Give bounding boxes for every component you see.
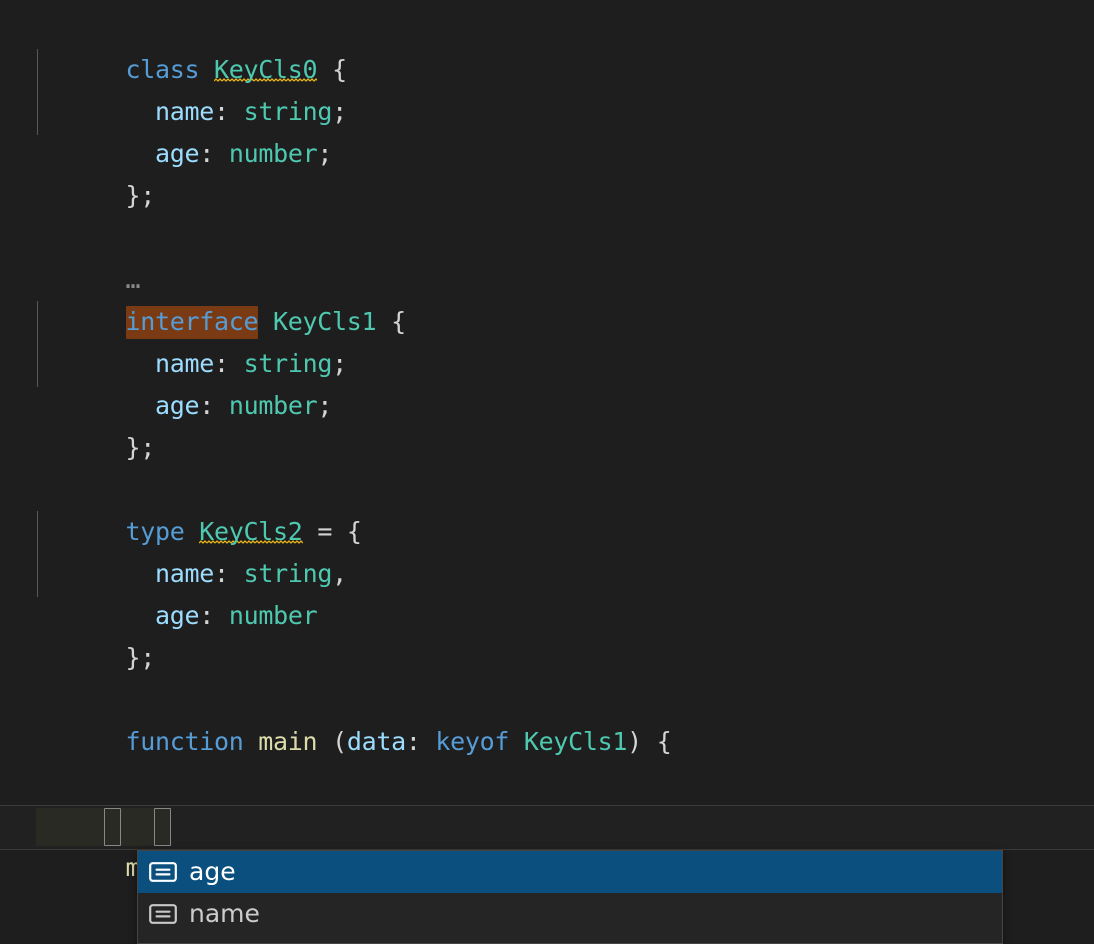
code-line-6[interactable]: …	[0, 217, 141, 294]
suggestion-widget[interactable]: age name	[137, 850, 1003, 944]
code-line-10[interactable]: };	[0, 385, 156, 462]
token-paren-close: )	[627, 727, 642, 756]
token-property-age: age	[155, 391, 200, 420]
code-line-13[interactable]: name: string,	[0, 511, 347, 588]
token-type-keycls1: KeyCls1	[523, 727, 628, 756]
code-line-1[interactable]: class KeyCls0 {	[0, 7, 347, 84]
code-line-14[interactable]: age: number	[0, 553, 318, 630]
token-paren-open: (	[332, 727, 347, 756]
code-line-18[interactable]	[0, 721, 126, 763]
code-line-19[interactable]: }	[0, 763, 141, 840]
token-brace-close: };	[125, 181, 156, 210]
field-icon	[149, 862, 177, 882]
code-line-12[interactable]: type KeyCls2 = {	[0, 469, 362, 546]
token-brace-open: {	[391, 307, 406, 336]
token-param-data: data	[346, 727, 406, 756]
token-type-number: number	[228, 601, 318, 630]
token-brace-open: {	[656, 727, 672, 756]
code-line-17[interactable]: function main (data: keyof KeyCls1) {	[0, 679, 672, 756]
code-surface[interactable]: class KeyCls0 { name: string; age: numbe…	[0, 0, 1094, 944]
code-line-9[interactable]: age: number;	[0, 343, 332, 420]
code-line-8[interactable]: name: string;	[0, 301, 347, 378]
code-line-11[interactable]	[0, 427, 126, 469]
suggestion-label: name	[189, 899, 260, 928]
code-line-5[interactable]	[0, 175, 126, 217]
token-property-age: age	[155, 601, 200, 630]
field-icon	[149, 904, 177, 924]
token-type-number: number	[228, 391, 318, 420]
token-brace-close: };	[125, 433, 156, 462]
code-editor[interactable]: class KeyCls0 { name: string; age: numbe…	[0, 0, 1094, 944]
code-line-3[interactable]: age: number;	[0, 91, 332, 168]
token-brace-open: {	[346, 517, 362, 546]
token-keyword-function: function	[125, 727, 244, 756]
token-brace-close: };	[125, 643, 156, 672]
suggestion-item-name[interactable]: name	[138, 893, 1002, 935]
token-property-age: age	[155, 139, 200, 168]
code-line-2[interactable]: name: string;	[0, 49, 347, 126]
code-line-16[interactable]	[0, 637, 126, 679]
suggestion-label: age	[189, 857, 236, 886]
token-keyword-keyof: keyof	[435, 727, 510, 756]
suggestion-item-age[interactable]: age	[138, 851, 1002, 893]
code-line-7[interactable]: interface KeyCls1 {	[0, 259, 406, 339]
code-line-4[interactable]: };	[0, 133, 156, 210]
bracket-match-close	[154, 808, 171, 846]
token-type-number: number	[228, 139, 318, 168]
bracket-match-open	[104, 808, 121, 846]
code-line-20[interactable]: main('')	[0, 805, 244, 882]
code-line-15[interactable]: };	[0, 595, 156, 672]
token-function-main: main	[258, 727, 318, 756]
